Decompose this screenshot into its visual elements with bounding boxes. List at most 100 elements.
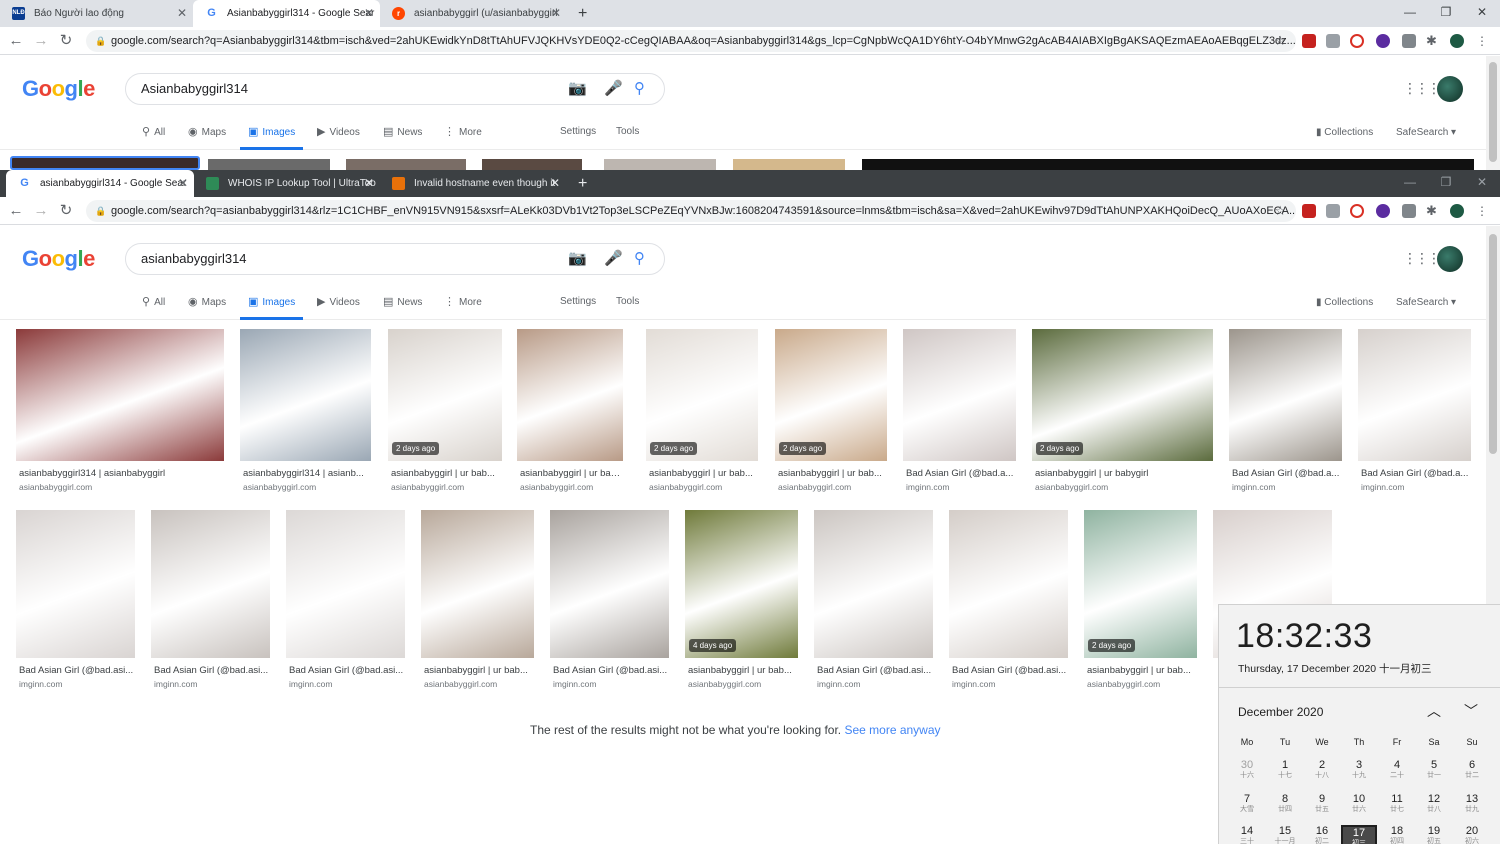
- profile-avatar[interactable]: [1450, 204, 1464, 218]
- extension-icon[interactable]: [1326, 34, 1340, 48]
- forward-icon[interactable]: →: [31, 201, 51, 221]
- result-title[interactable]: asianbabyggirl | ur bab...: [649, 468, 757, 479]
- image-result-thumb[interactable]: [151, 510, 270, 658]
- result-title[interactable]: asianbabyggirl | ur bab...: [520, 468, 622, 479]
- image-result-thumb[interactable]: [482, 159, 582, 170]
- maximize-icon[interactable]: ❐: [1428, 170, 1464, 194]
- new-tab-icon[interactable]: +: [578, 170, 587, 197]
- result-source[interactable]: imginn.com: [952, 679, 1067, 689]
- image-result-card[interactable]: asianbabyggirl314 | asianbabyggirl asianb…: [16, 329, 224, 497]
- close-icon[interactable]: ✕: [551, 0, 561, 27]
- maximize-icon[interactable]: ❐: [1428, 0, 1464, 24]
- month-label[interactable]: December 2020: [1238, 705, 1323, 719]
- extension-icon[interactable]: [1302, 204, 1316, 218]
- image-result-thumb[interactable]: [286, 510, 405, 658]
- scrollbar[interactable]: [1486, 56, 1500, 170]
- scrollbar[interactable]: [1486, 226, 1500, 660]
- result-source[interactable]: asianbabyggirl.com: [1087, 679, 1196, 689]
- calendar-day[interactable]: 30 十六: [1229, 759, 1265, 785]
- tab-maps[interactable]: ◉ Maps: [188, 290, 226, 315]
- puzzle-icon[interactable]: ✱: [1426, 34, 1440, 48]
- extension-icon[interactable]: [1402, 204, 1416, 218]
- extension-icon[interactable]: [1302, 34, 1316, 48]
- result-source[interactable]: imginn.com: [817, 679, 932, 689]
- collections-link[interactable]: ▮ Collections: [1316, 290, 1373, 316]
- result-title[interactable]: Bad Asian Girl (@bad.asi...: [19, 665, 134, 676]
- see-more-anyway-link[interactable]: See more anyway: [844, 723, 940, 737]
- address-bar[interactable]: 🔒 google.com/search?q=asianbabyggirl314&…: [86, 200, 1296, 222]
- image-result-card[interactable]: asianbabyggirl | ur bab... asianbabyggirl…: [421, 510, 534, 694]
- camera-icon[interactable]: 📷: [568, 80, 587, 98]
- menu-icon[interactable]: ⋮: [1476, 204, 1490, 218]
- camera-icon[interactable]: 📷: [568, 250, 587, 268]
- search-input[interactable]: Asianbabyggirl314 📷 🎤 ⚲: [125, 73, 665, 105]
- image-result-card[interactable]: Bad Asian Girl (@bad.asi... imginn.com: [286, 510, 405, 694]
- calendar-day[interactable]: 7 大雪: [1229, 793, 1265, 819]
- image-result-thumb[interactable]: [949, 510, 1068, 658]
- close-icon[interactable]: ✕: [177, 0, 187, 27]
- result-source[interactable]: asianbabyggirl.com: [424, 679, 533, 689]
- calendar-day[interactable]: 20 初六: [1454, 825, 1490, 844]
- tab-news[interactable]: ▤ News: [383, 120, 422, 145]
- result-source[interactable]: asianbabyggirl.com: [243, 482, 370, 492]
- tab-google-search[interactable]: G Asianbabyggirl314 - Google Sear ✕: [193, 0, 380, 27]
- tab-maps[interactable]: ◉ Maps: [188, 120, 226, 145]
- image-result-thumb[interactable]: [1358, 329, 1471, 461]
- image-result-thumb[interactable]: [16, 329, 224, 461]
- image-result-thumb[interactable]: 2 days ago: [1084, 510, 1197, 658]
- result-source[interactable]: imginn.com: [154, 679, 269, 689]
- safesearch-dropdown[interactable]: SafeSearch ▾: [1396, 290, 1456, 316]
- bookmark-star-icon[interactable]: ☆: [1274, 200, 1286, 222]
- search-icon[interactable]: ⚲: [634, 250, 645, 268]
- chevron-down-icon[interactable]: ﹀: [1464, 701, 1478, 721]
- apps-grid-icon[interactable]: ⋮⋮⋮: [1403, 80, 1441, 97]
- extension-icon[interactable]: [1376, 204, 1390, 218]
- result-title[interactable]: asianbabyggirl | ur babygirl: [1035, 468, 1212, 479]
- calendar-day[interactable]: 9 廿五: [1304, 793, 1340, 819]
- google-logo[interactable]: Google: [22, 76, 95, 102]
- extension-icon[interactable]: [1350, 204, 1364, 218]
- calendar-day[interactable]: 19 初五: [1416, 825, 1452, 844]
- image-result-card[interactable]: 2 days ago asianbabyggirl | ur bab... asia…: [646, 329, 758, 497]
- close-icon[interactable]: ✕: [178, 170, 188, 197]
- image-result-thumb[interactable]: 4 days ago: [685, 510, 798, 658]
- calendar-day[interactable]: 6 廿二: [1454, 759, 1490, 785]
- calendar-day[interactable]: 14 三十: [1229, 825, 1265, 844]
- window-close-icon[interactable]: ✕: [1464, 0, 1500, 24]
- extension-icon[interactable]: [1376, 34, 1390, 48]
- image-result-thumb[interactable]: [550, 510, 669, 658]
- settings-link[interactable]: Settings: [560, 120, 596, 144]
- reload-icon[interactable]: ↻: [56, 201, 76, 221]
- tab-reddit[interactable]: r asianbabyggirl (u/asianbabyggirl ✕: [380, 0, 567, 27]
- result-title[interactable]: Bad Asian Girl (@bad.asi...: [154, 665, 269, 676]
- calendar-day[interactable]: 15 十一月: [1267, 825, 1303, 844]
- calendar-day[interactable]: 8 廿四: [1267, 793, 1303, 819]
- image-result-thumb[interactable]: 2 days ago: [1032, 329, 1213, 461]
- calendar-day[interactable]: 4 二十: [1379, 759, 1415, 785]
- back-icon[interactable]: ←: [6, 201, 26, 221]
- account-avatar[interactable]: [1437, 76, 1463, 102]
- result-title[interactable]: asianbabyggirl | ur bab...: [778, 468, 886, 479]
- image-result-thumb[interactable]: 2 days ago: [646, 329, 758, 461]
- image-result-card[interactable]: Bad Asian Girl (@bad.a... imginn.com: [1229, 329, 1342, 497]
- result-title[interactable]: Bad Asian Girl (@bad.asi...: [289, 665, 404, 676]
- image-result-card[interactable]: Bad Asian Girl (@bad.asi... imginn.com: [16, 510, 135, 694]
- calendar-day[interactable]: 16 初二: [1304, 825, 1340, 844]
- result-source[interactable]: asianbabyggirl.com: [688, 679, 797, 689]
- tab-images[interactable]: ▣ Images: [240, 120, 304, 150]
- calendar-day[interactable]: 2 十八: [1304, 759, 1340, 785]
- image-result-thumb[interactable]: [903, 329, 1016, 461]
- tab-stackoverflow[interactable]: Invalid hostname even though it ✕: [380, 170, 566, 197]
- tab-all[interactable]: ⚲ All: [142, 290, 165, 315]
- image-result-card[interactable]: Bad Asian Girl (@bad.asi... imginn.com: [814, 510, 933, 694]
- google-logo[interactable]: Google: [22, 246, 95, 272]
- result-title[interactable]: Bad Asian Girl (@bad.asi...: [817, 665, 932, 676]
- tab-videos[interactable]: ▶ Videos: [317, 120, 360, 145]
- image-result-card[interactable]: 2 days ago asianbabyggirl | ur bab... asia…: [1084, 510, 1197, 694]
- image-result-card[interactable]: Bad Asian Girl (@bad.asi... imginn.com: [151, 510, 270, 694]
- address-bar[interactable]: 🔒 google.com/search?q=Asianbabyggirl314&…: [86, 30, 1296, 52]
- microphone-icon[interactable]: 🎤: [604, 80, 623, 98]
- tab-more[interactable]: ⋮ More: [444, 120, 482, 145]
- tab-more[interactable]: ⋮ More: [444, 290, 482, 315]
- image-result-card[interactable]: 2 days ago asianbabyggirl | ur babygirl as…: [1032, 329, 1213, 497]
